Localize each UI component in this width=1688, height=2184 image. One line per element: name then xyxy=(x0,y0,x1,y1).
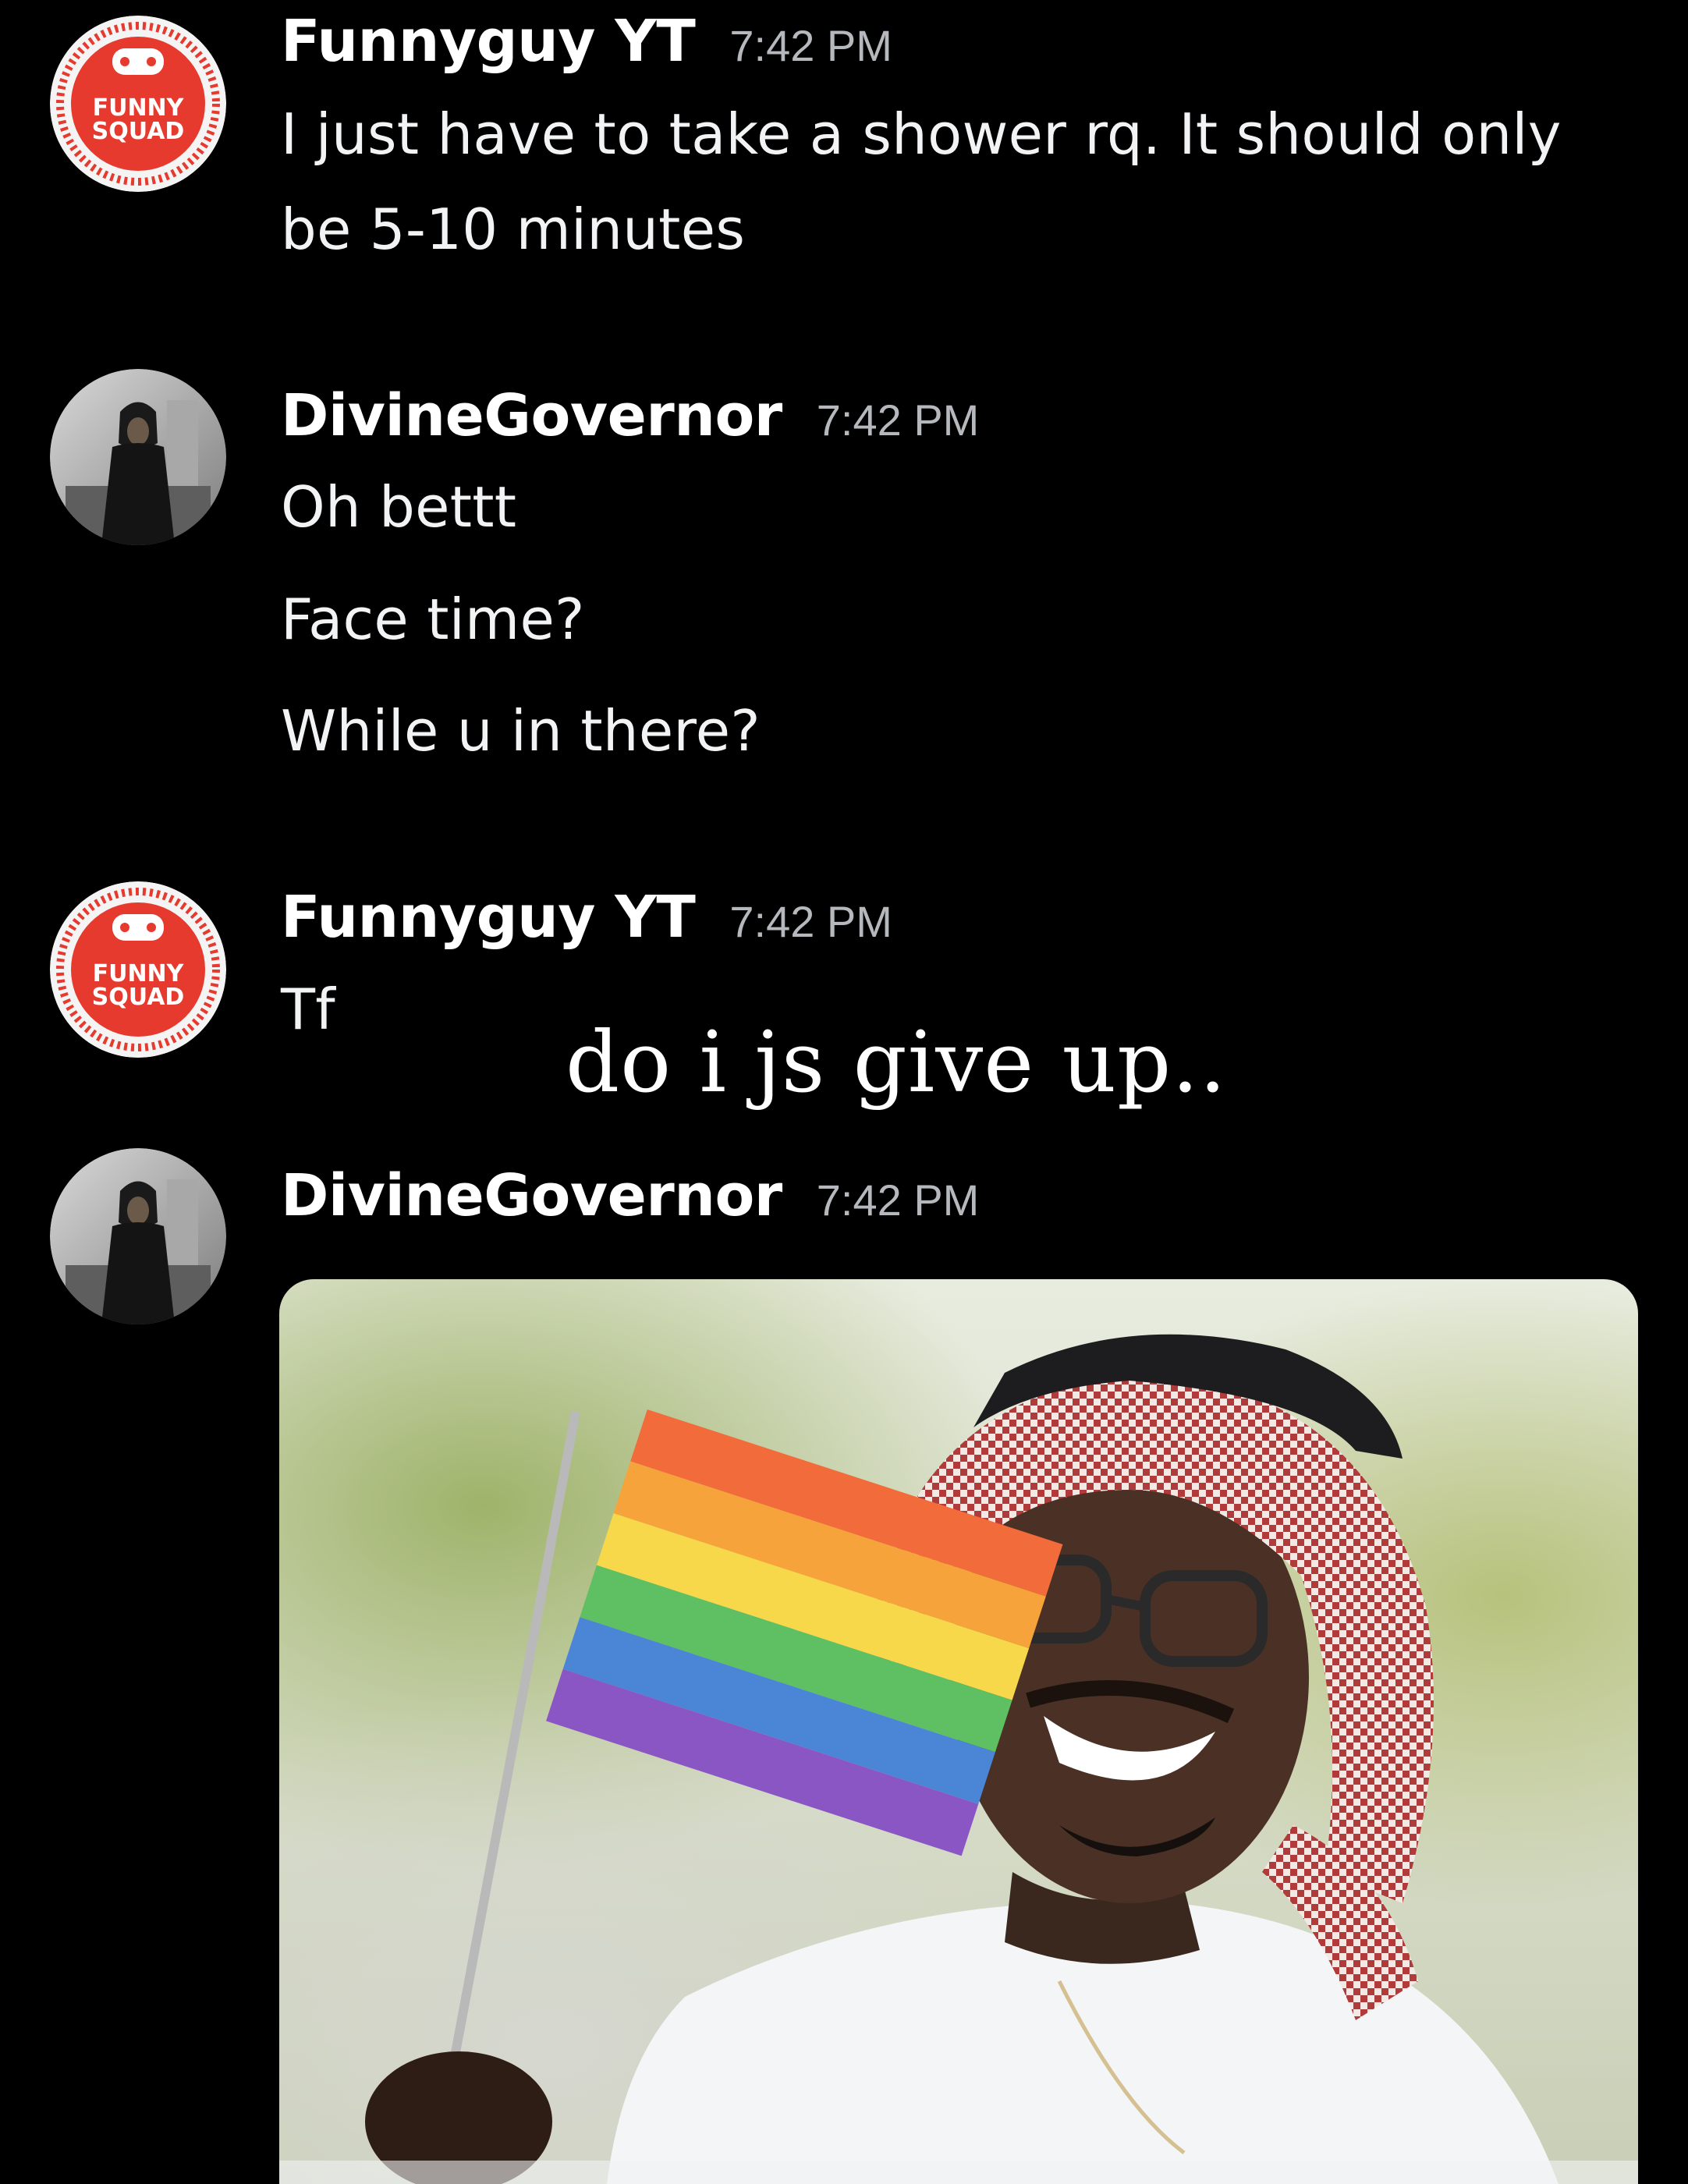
username[interactable]: DivineGovernor xyxy=(281,1162,782,1229)
message-text: Face time? xyxy=(281,587,585,652)
timestamp: 7:42 PM xyxy=(729,897,892,946)
timestamp: 7:42 PM xyxy=(816,395,980,445)
message-header: Funnyguy YT 7:42 PM xyxy=(281,884,892,951)
hooded-person-avatar-icon[interactable] xyxy=(50,369,226,545)
logo-text-bottom: SQUAD xyxy=(92,118,185,145)
timestamp: 7:42 PM xyxy=(729,21,892,70)
overlay-caption: do i js give up.. xyxy=(566,1014,1227,1112)
message-text: I just have to take a shower rq. It shou… xyxy=(281,101,1562,167)
message-header: DivineGovernor 7:42 PM xyxy=(281,382,979,449)
logo-text-bottom: SQUAD xyxy=(92,984,185,1011)
message-text: Tf xyxy=(281,977,335,1042)
timestamp: 7:42 PM xyxy=(816,1175,980,1225)
funny-squad-logo-icon[interactable]: FUNNY SQUAD xyxy=(50,881,226,1058)
message-text: While u in there? xyxy=(281,698,761,764)
username[interactable]: Funnyguy YT xyxy=(281,884,696,951)
message-header: DivineGovernor 7:42 PM xyxy=(281,1162,979,1229)
gif-attachment[interactable] xyxy=(279,1279,1638,2184)
message-text: Oh bettt xyxy=(281,474,517,540)
hooded-person-avatar-icon[interactable] xyxy=(50,1148,226,1324)
message-text: be 5-10 minutes xyxy=(281,197,746,262)
funny-squad-logo-icon[interactable]: FUNNY SQUAD xyxy=(50,16,226,192)
username[interactable]: Funnyguy YT xyxy=(281,8,696,75)
message-header: Funnyguy YT 7:42 PM xyxy=(281,8,892,75)
username[interactable]: DivineGovernor xyxy=(281,382,782,449)
